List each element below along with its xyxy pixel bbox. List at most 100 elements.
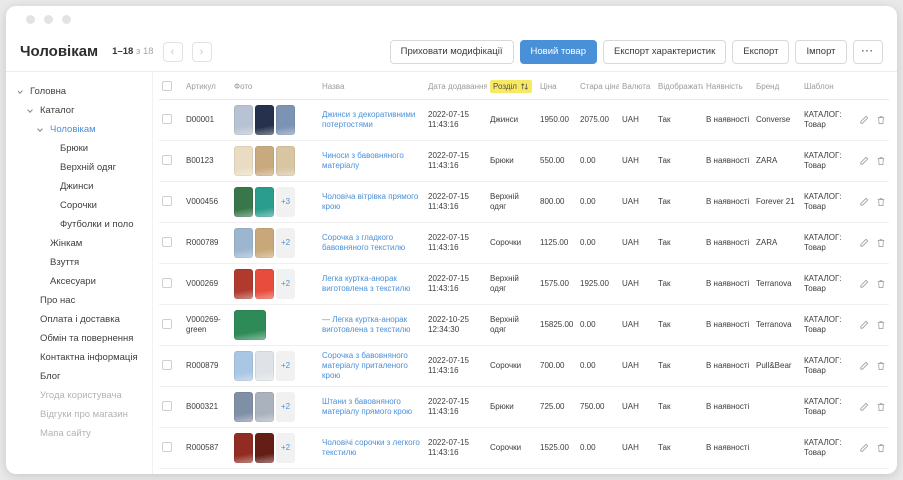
column-header-5[interactable]: Розділ bbox=[487, 72, 537, 100]
export-button[interactable]: Експорт bbox=[732, 40, 789, 64]
product-availability: В наявності bbox=[703, 387, 753, 428]
edit-icon[interactable] bbox=[859, 156, 869, 166]
export-characteristics-button[interactable]: Експорт характеристик bbox=[603, 40, 726, 64]
edit-icon[interactable] bbox=[859, 238, 869, 248]
edit-icon[interactable] bbox=[859, 361, 869, 371]
edit-icon[interactable] bbox=[859, 402, 869, 412]
delete-icon[interactable] bbox=[876, 361, 886, 371]
edit-icon[interactable] bbox=[859, 197, 869, 207]
column-header-11[interactable]: Бренд bbox=[753, 72, 801, 100]
product-name-link[interactable]: Сорочка з гладкого бавовняного текстилю bbox=[322, 233, 422, 253]
new-product-button[interactable]: Новий товар bbox=[520, 40, 597, 64]
sidebar-item-9[interactable]: Взуття bbox=[18, 253, 150, 272]
product-name-link[interactable]: Легка куртка-анорак виготовлена з тексти… bbox=[322, 274, 422, 294]
product-display: Так bbox=[655, 305, 703, 346]
delete-icon[interactable] bbox=[876, 197, 886, 207]
row-checkbox[interactable] bbox=[162, 401, 172, 411]
hide-modifications-button[interactable]: Приховати модифікації bbox=[390, 40, 514, 64]
row-checkbox[interactable] bbox=[162, 319, 172, 329]
product-name-link[interactable]: Штани з бавовняного матеріалу прямого кр… bbox=[322, 397, 422, 417]
more-photos-badge[interactable]: +2 bbox=[276, 269, 295, 299]
delete-icon[interactable] bbox=[876, 320, 886, 330]
edit-icon[interactable] bbox=[859, 443, 869, 453]
sidebar-item-12[interactable]: Оплата і доставка bbox=[18, 310, 150, 329]
sidebar-item-2[interactable]: Чоловікам bbox=[18, 120, 150, 139]
sidebar-item-6[interactable]: Сорочки bbox=[18, 196, 150, 215]
sidebar-item-13[interactable]: Обмін та повернення bbox=[18, 329, 150, 348]
select-all-checkbox[interactable] bbox=[162, 81, 172, 91]
edit-icon[interactable] bbox=[859, 320, 869, 330]
row-checkbox[interactable] bbox=[162, 196, 172, 206]
row-checkbox[interactable] bbox=[162, 360, 172, 370]
row-checkbox[interactable] bbox=[162, 442, 172, 452]
more-photos-badge[interactable]: +2 bbox=[276, 392, 295, 422]
product-date: 2022-07-1511:43:16 bbox=[425, 223, 487, 264]
delete-icon[interactable] bbox=[876, 402, 886, 412]
column-header-7[interactable]: Стара ціна bbox=[577, 72, 619, 100]
sidebar-item-18[interactable]: Мапа сайту bbox=[18, 424, 150, 443]
product-name-link[interactable]: Чоловічі сорочки з легкого текстилю bbox=[322, 438, 422, 458]
row-checkbox[interactable] bbox=[162, 114, 172, 124]
sidebar-item-5[interactable]: Джинси bbox=[18, 177, 150, 196]
column-header-4[interactable]: Дата додавання bbox=[425, 72, 487, 100]
more-photos-badge[interactable]: +2 bbox=[276, 351, 295, 381]
column-header-1[interactable]: Артикул bbox=[183, 72, 231, 100]
row-checkbox[interactable] bbox=[162, 237, 172, 247]
sidebar-item-14[interactable]: Контактна інформація bbox=[18, 348, 150, 367]
product-name-link[interactable]: — Легка куртка-анорак виготовлена з текс… bbox=[322, 315, 422, 335]
product-photos bbox=[234, 310, 316, 340]
more-photos-badge[interactable]: +2 bbox=[276, 228, 295, 258]
chevron-down-icon[interactable] bbox=[38, 129, 50, 131]
minimize-button[interactable] bbox=[44, 15, 53, 24]
sort-icon[interactable] bbox=[520, 82, 529, 91]
edit-icon[interactable] bbox=[859, 115, 869, 125]
more-photos-badge[interactable]: +3 bbox=[276, 187, 295, 217]
more-photos-badge[interactable]: +2 bbox=[276, 433, 295, 463]
column-header-8[interactable]: Валюта bbox=[619, 72, 655, 100]
sidebar-item-15[interactable]: Блог bbox=[18, 367, 150, 386]
product-old-price: 0.00 bbox=[577, 305, 619, 346]
product-price: 15825.00 bbox=[537, 305, 577, 346]
import-button[interactable]: Імпорт bbox=[795, 40, 846, 64]
sidebar-item-1[interactable]: Каталог bbox=[18, 101, 150, 120]
column-header-12[interactable]: Шаблон bbox=[801, 72, 851, 100]
column-header-10[interactable]: Наявність bbox=[703, 72, 753, 100]
sidebar-item-7[interactable]: Футболки и поло bbox=[18, 215, 150, 234]
sidebar-item-8[interactable]: Жінкам bbox=[18, 234, 150, 253]
product-name-link[interactable]: Чиноси з бавовняного матеріалу bbox=[322, 151, 422, 171]
row-checkbox[interactable] bbox=[162, 155, 172, 165]
sidebar-item-11[interactable]: Про нас bbox=[18, 291, 150, 310]
product-photos bbox=[234, 105, 316, 135]
sidebar-item-4[interactable]: Верхній одяг bbox=[18, 158, 150, 177]
edit-icon[interactable] bbox=[859, 279, 869, 289]
product-name-link[interactable]: Чоловіча вітрівка прямого крою bbox=[322, 192, 422, 212]
delete-icon[interactable] bbox=[876, 443, 886, 453]
column-header-2[interactable]: Фото bbox=[231, 72, 319, 100]
product-name-link[interactable]: Сорочка з бавовняного матеріалу притален… bbox=[322, 351, 422, 381]
more-actions-button[interactable]: ··· bbox=[853, 40, 884, 64]
sidebar-item-3[interactable]: Брюки bbox=[18, 139, 150, 158]
delete-icon[interactable] bbox=[876, 238, 886, 248]
prev-page-button[interactable]: ‹ bbox=[163, 42, 183, 62]
product-availability: В наявності bbox=[703, 100, 753, 141]
delete-icon[interactable] bbox=[876, 156, 886, 166]
sidebar-item-16[interactable]: Угода користувача bbox=[18, 386, 150, 405]
delete-icon[interactable] bbox=[876, 279, 886, 289]
chevron-down-icon[interactable] bbox=[28, 110, 40, 112]
column-header-9[interactable]: Відображати bbox=[655, 72, 703, 100]
sidebar-item-10[interactable]: Аксесуари bbox=[18, 272, 150, 291]
product-name-link[interactable]: Джинси з декоративними потертостями bbox=[322, 110, 422, 130]
delete-icon[interactable] bbox=[876, 115, 886, 125]
column-header-6[interactable]: Ціна bbox=[537, 72, 577, 100]
product-old-price: 0.00 bbox=[577, 346, 619, 387]
row-checkbox[interactable] bbox=[162, 278, 172, 288]
sidebar: Головна Каталог Чоловікам Брюки Верхній … bbox=[6, 72, 152, 474]
next-page-button[interactable]: › bbox=[192, 42, 212, 62]
sidebar-item-0[interactable]: Головна bbox=[18, 82, 150, 101]
chevron-down-icon[interactable] bbox=[18, 91, 30, 93]
sidebar-item-17[interactable]: Відгуки про магазин bbox=[18, 405, 150, 424]
close-button[interactable] bbox=[26, 15, 35, 24]
product-photo bbox=[276, 146, 295, 176]
column-header-3[interactable]: Назва bbox=[319, 72, 425, 100]
maximize-button[interactable] bbox=[62, 15, 71, 24]
